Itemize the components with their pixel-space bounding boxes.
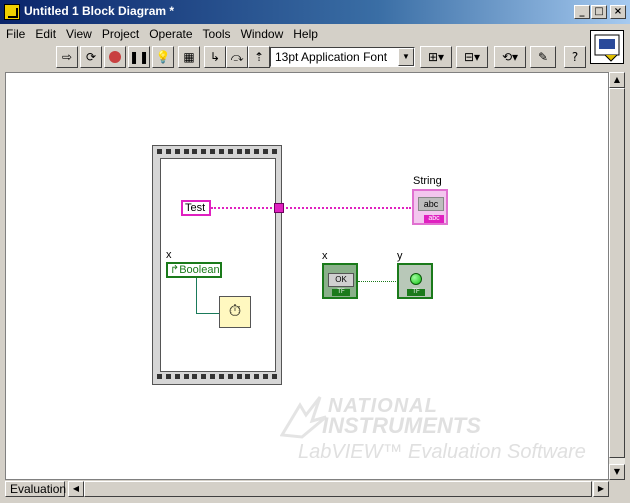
film-strip-top — [157, 148, 277, 156]
block-diagram-canvas[interactable]: Test String abc abc x ↱Boolean ⏱ x OK TF… — [5, 72, 609, 480]
run-continuously-icon[interactable]: ⟳ — [80, 46, 102, 68]
wait-until-next-ms-icon[interactable]: ⏱ — [219, 296, 251, 328]
string-indicator-display: abc — [418, 197, 444, 211]
menu-help[interactable]: Help — [293, 27, 318, 41]
sequence-tunnel[interactable] — [274, 203, 284, 213]
step-over-icon[interactable]: ⤼ — [226, 46, 248, 68]
string-indicator[interactable]: abc abc — [412, 189, 448, 225]
clean-up-diagram-icon[interactable]: ✎ — [530, 46, 556, 68]
menu-operate[interactable]: Operate — [149, 27, 192, 41]
minimize-button[interactable]: _ — [574, 5, 590, 19]
labview-app-icon — [4, 4, 20, 20]
toolbar: ⇨ ⟳ ❚❚ 💡 ▦ ↳ ⤼ ⇡ 13pt Application Font ▼… — [0, 44, 630, 70]
maximize-button[interactable]: □ — [591, 5, 607, 19]
string-wire[interactable] — [211, 207, 411, 209]
horizontal-scroll-thumb[interactable] — [84, 481, 592, 497]
title-bar: Untitled 1 Block Diagram * _ □ × — [0, 0, 630, 24]
boolean-local-variable[interactable]: ↱Boolean — [166, 262, 222, 278]
horizontal-scrollbar[interactable]: ◀ ▶ — [68, 481, 609, 497]
chevron-down-icon: ▼ — [398, 48, 414, 66]
vertical-scrollbar[interactable]: ▲ ▼ — [609, 72, 625, 480]
font-dropdown-value: 13pt Application Font — [275, 50, 388, 64]
menu-edit[interactable]: Edit — [35, 27, 56, 41]
step-out-icon[interactable]: ⇡ — [248, 46, 270, 68]
help-icon[interactable]: ? — [564, 46, 586, 68]
ni-eagle-icon — [280, 396, 327, 439]
menu-bar: File Edit View Project Operate Tools Win… — [0, 24, 630, 44]
boolean-wire-horizontal[interactable] — [196, 313, 220, 314]
scroll-left-icon[interactable]: ◀ — [68, 481, 84, 497]
vi-icon[interactable] — [590, 30, 624, 64]
ok-boolean-tag: TF — [332, 289, 350, 296]
boolean-wire-ok-to-led[interactable] — [358, 281, 398, 282]
menu-tools[interactable]: Tools — [203, 27, 231, 41]
ok-button-face: OK — [328, 273, 354, 287]
led-indicator[interactable]: TF — [397, 263, 433, 299]
window-title: Untitled 1 Block Diagram * — [24, 4, 175, 18]
boolean-wire-vertical[interactable] — [196, 278, 197, 313]
string-indicator-label[interactable]: String — [413, 175, 442, 187]
menu-file[interactable]: File — [6, 27, 25, 41]
highlight-execution-icon[interactable]: 💡 — [152, 46, 174, 68]
abort-icon[interactable] — [104, 46, 126, 68]
vertical-scroll-thumb[interactable] — [609, 88, 625, 458]
menu-project[interactable]: Project — [102, 27, 139, 41]
local-variable-icon: ↱ — [170, 264, 180, 276]
led-boolean-tag: TF — [407, 289, 425, 296]
green-led-icon — [410, 273, 422, 285]
film-strip-bottom — [157, 373, 277, 381]
ok-button-control[interactable]: OK TF — [322, 263, 358, 299]
reorder-icon[interactable]: ⟲▾ — [494, 46, 526, 68]
vi-connector-icon — [594, 34, 620, 62]
string-type-tag: abc — [424, 215, 444, 223]
font-dropdown[interactable]: 13pt Application Font ▼ — [270, 47, 415, 67]
boolean-local-label[interactable]: x — [166, 249, 172, 261]
scroll-right-icon[interactable]: ▶ — [593, 481, 609, 497]
run-arrow-icon[interactable]: ⇨ — [56, 46, 78, 68]
boolean-local-text: Boolean — [179, 264, 220, 276]
align-objects-icon[interactable]: ⊞▾ — [420, 46, 452, 68]
watermark-instruments: INSTRUMENTS — [322, 413, 481, 438]
scroll-up-icon[interactable]: ▲ — [609, 72, 625, 88]
string-constant-test[interactable]: Test — [181, 200, 211, 216]
step-into-icon[interactable]: ↳ — [204, 46, 226, 68]
ok-control-label[interactable]: x — [322, 250, 328, 262]
watermark-evaluation-software: LabVIEW™ Evaluation Software — [298, 441, 586, 463]
evaluation-label: Evaluation — [5, 481, 66, 497]
pause-icon[interactable]: ❚❚ — [128, 46, 150, 68]
retain-wire-values-icon[interactable]: ▦ — [178, 46, 200, 68]
scroll-down-icon[interactable]: ▼ — [609, 464, 625, 480]
led-indicator-label[interactable]: y — [397, 250, 403, 262]
close-button[interactable]: × — [610, 5, 626, 19]
menu-window[interactable]: Window — [241, 27, 284, 41]
distribute-objects-icon[interactable]: ⊟▾ — [456, 46, 488, 68]
menu-view[interactable]: View — [66, 27, 92, 41]
